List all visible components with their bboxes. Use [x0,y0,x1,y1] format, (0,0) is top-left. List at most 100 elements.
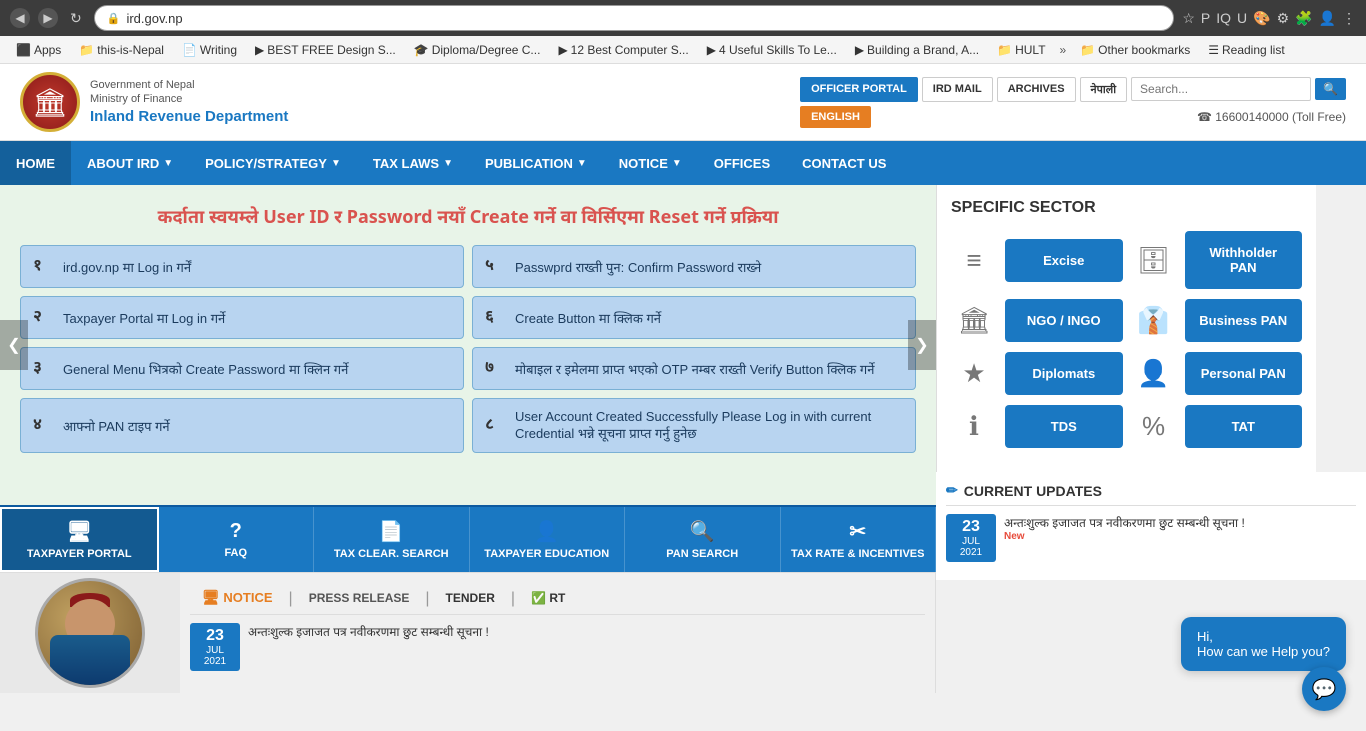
bookmarks-bar: ⬛ Apps 📁 this-is-Nepal 📄 Writing ▶ BEST … [0,36,1366,64]
nav-about-ird[interactable]: ABOUT IRD ▼ [71,141,189,185]
bookmark-writing[interactable]: 📄 Writing [174,41,245,59]
nav-notice[interactable]: NOTICE ▼ [603,141,698,185]
update-text: अन्तःशुल्क इजाजत पत्र नवीकरणमा छुट सम्बन… [1004,514,1245,531]
tax-rate-icon: ✂ [849,519,866,544]
bookmark-skills[interactable]: ▶ 4 Useful Skills To Le... [699,41,845,59]
faq-label: FAQ [224,547,247,559]
quick-link-faq[interactable]: ? FAQ [159,507,315,572]
step-num-5: ५ [485,256,505,277]
browser-action-icons: ☆ P IQ U 🎨 ⚙ 🧩 👤 ⋮ [1182,10,1356,27]
nav-publication-arrow: ▼ [577,158,587,169]
sector-row-tds: ℹ TDS % TAT [951,405,1302,448]
current-updates-panel: ✏ CURRENT UPDATES 23 JUL 2021 अन्तःशुल्क… [936,472,1366,580]
taxpayer-portal-icon: 🖥 [67,519,92,544]
ext-icon1[interactable]: ⚙ [1277,10,1290,27]
tab-notice[interactable]: 🖥 NOTICE [190,583,285,614]
diplomats-icon: ★ [951,358,997,389]
news-tab-sep1: | [289,590,293,608]
nav-home[interactable]: HOME [0,141,71,185]
tax-clear-icon: 📄 [379,519,404,544]
nav-tax-laws[interactable]: TAX LAWS ▼ [357,141,469,185]
color-icon[interactable]: 🎨 [1253,10,1270,27]
tab-rt[interactable]: ✅ RT [519,585,577,613]
bookmark-nepal[interactable]: 📁 this-is-Nepal [71,41,172,59]
step-num-6: ६ [485,307,505,328]
u-icon[interactable]: U [1237,10,1247,26]
tat-icon: % [1131,411,1177,442]
diplomats-button[interactable]: Diplomats [1005,352,1123,395]
chat-bubble-button[interactable]: 💬 [1302,667,1346,711]
left-panel: कर्दाता स्वयम्ले User ID र Password नयाँ… [0,185,936,693]
withholder-pan-button[interactable]: Withholder PAN [1185,231,1303,289]
tat-button[interactable]: TAT [1185,405,1303,448]
quick-link-tax-rate[interactable]: ✂ TAX RATE & INCENTIVES [781,507,937,572]
personal-icon: 👤 [1131,358,1177,389]
step-text-4: आफ्नो PAN टाइप गर्ने [63,417,170,435]
nav-publication[interactable]: PUBLICATION ▼ [469,141,603,185]
business-pan-button[interactable]: Business PAN [1185,299,1303,342]
bookmark-other[interactable]: 📁 Other bookmarks [1072,41,1198,59]
personal-pan-button[interactable]: Personal PAN [1185,352,1303,395]
nav-notice-arrow: ▼ [672,158,682,169]
bottom-section: 🖥 NOTICE | PRESS RELEASE | TENDER | ✅ RT [0,572,936,693]
nav-back-button[interactable]: ◀ [10,8,30,28]
slider-next-button[interactable]: ❯ [908,320,936,370]
bookmark-reading-list[interactable]: ☰ Reading list [1200,41,1292,59]
news-tabs: 🖥 NOTICE | PRESS RELEASE | TENDER | ✅ RT [190,583,925,615]
tab-press-release[interactable]: PRESS RELEASE [297,585,422,613]
search-input[interactable] [1131,77,1311,101]
step-num-2: २ [33,307,53,328]
nav-contact-us[interactable]: CONTACT US [786,141,902,185]
nepali-button[interactable]: नेपाली [1080,77,1128,102]
step-num-4: ४ [33,415,53,436]
main-navigation: HOME ABOUT IRD ▼ POLICY/STRATEGY ▼ TAX L… [0,141,1366,185]
person-body [50,635,130,685]
nav-forward-button[interactable]: ▶ [38,8,58,28]
slider-step-3: ३ General Menu भित्रको Create Password म… [20,347,464,390]
tax-rate-label: TAX RATE & INCENTIVES [791,548,924,560]
quick-link-tax-clear[interactable]: 📄 TAX CLEAR. SEARCH [314,507,470,572]
search-submit-button[interactable]: 🔍 [1315,78,1346,100]
pan-search-label: PAN SEARCH [666,548,738,560]
slider-prev-button[interactable]: ❮ [0,320,28,370]
update-month: JUL [952,536,990,547]
pinterest-icon[interactable]: P [1201,10,1210,26]
profile-icon[interactable]: 👤 [1319,10,1336,27]
nav-policy-arrow: ▼ [331,158,341,169]
bookmark-design[interactable]: ▶ BEST FREE Design S... [247,41,404,59]
tds-button[interactable]: TDS [1005,405,1123,448]
step-text-6: Create Button मा क्लिक गर्ने [515,309,661,327]
sector-row-ngo: 🏛 NGO / INGO 👔 Business PAN [951,299,1302,342]
excise-button[interactable]: Excise [1005,239,1123,282]
quick-link-taxpayer-portal[interactable]: 🖥 TAXPAYER PORTAL [0,507,159,572]
bookmark-hult[interactable]: 📁 HULT [989,41,1053,59]
ext-icon2[interactable]: 🧩 [1295,10,1312,27]
bookmark-apps[interactable]: ⬛ Apps [8,41,69,59]
step-text-2: Taxpayer Portal मा Log in गर्ने [63,309,225,327]
english-button[interactable]: ENGLISH [800,106,871,128]
menu-icon[interactable]: ⋮ [1342,10,1356,27]
quick-link-pan-search[interactable]: 🔍 PAN SEARCH [625,507,781,572]
nav-about-arrow: ▼ [163,158,173,169]
bookmarks-more-button[interactable]: » [1056,41,1071,59]
ngo-button[interactable]: NGO / INGO [1005,299,1123,342]
bookmark-brand[interactable]: ▶ Building a Brand, A... [847,41,987,59]
ird-mail-button[interactable]: IRD MAIL [922,77,993,102]
url-bar[interactable]: 🔒 ird.gov.np [94,5,1175,31]
chat-widget: Hi, How can we Help you? [1181,617,1346,671]
lock-icon: 🔒 [107,12,121,25]
dept-label: Inland Revenue Department [90,107,288,127]
header-buttons-row: OFFICER PORTAL IRD MAIL ARCHIVES नेपाली … [800,77,1346,102]
archives-button[interactable]: ARCHIVES [997,77,1076,102]
iq-icon[interactable]: IQ [1216,10,1231,26]
taxpayer-edu-icon: 👤 [534,519,559,544]
bookmark-computer[interactable]: ▶ 12 Best Computer S... [550,41,696,59]
refresh-button[interactable]: ↻ [66,8,86,29]
quick-link-taxpayer-edu[interactable]: 👤 TAXPAYER EDUCATION [470,507,626,572]
tab-tender[interactable]: TENDER [434,585,507,613]
officer-portal-button[interactable]: OFFICER PORTAL [800,77,918,102]
bookmark-diploma[interactable]: 🎓 Diploma/Degree C... [406,41,549,59]
nav-policy[interactable]: POLICY/STRATEGY ▼ [189,141,357,185]
nav-offices[interactable]: OFFICES [698,141,786,185]
star-icon[interactable]: ☆ [1182,10,1195,27]
